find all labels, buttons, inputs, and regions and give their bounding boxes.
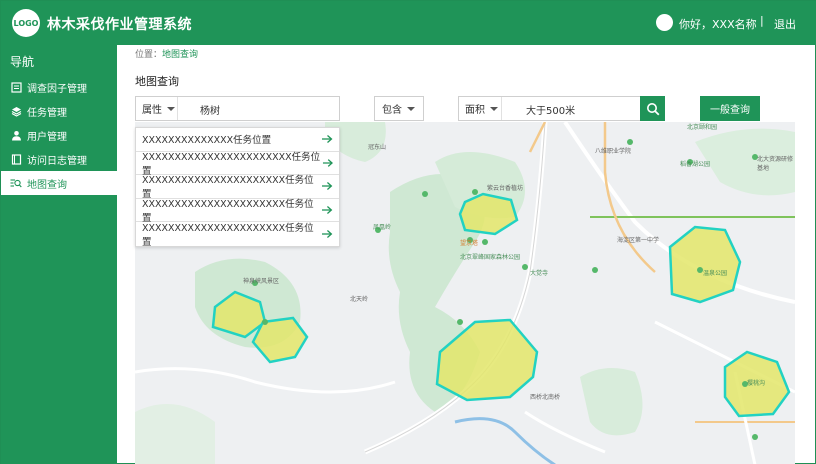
result-polygon-3[interactable] <box>458 192 519 236</box>
sidebar-item-label: 调查因子管理 <box>27 83 87 95</box>
sidebar: 导航 调查因子管理 任务管理 用户管理 访问日志管理 地图查询 <box>1 45 117 464</box>
arrow-right-icon <box>322 158 333 167</box>
user-greeting: 你好，XXX名称 <box>679 18 757 31</box>
operator-select-label: 包含 <box>382 105 402 116</box>
sidebar-item-label: 地图查询 <box>27 179 67 191</box>
log-icon <box>10 153 22 165</box>
map-label: 紫云台香植坊 <box>487 185 524 192</box>
avatar[interactable] <box>656 14 673 31</box>
arrow-right-icon <box>322 135 333 144</box>
map-label: 大觉寺 <box>530 270 549 277</box>
top-header: LOGO 林木采伐作业管理系统 你好，XXX名称 | 退出 <box>1 1 816 45</box>
map-label: 樱桃沟 <box>747 380 766 387</box>
area-select-label: 面积 <box>465 105 485 116</box>
attribute-select-label: 属性 <box>142 105 162 116</box>
chevron-down-icon <box>167 106 175 111</box>
map-label: 冠东山 <box>368 144 387 151</box>
general-query-button[interactable]: 一般查询 <box>700 96 760 121</box>
sidebar-item-tasks[interactable]: 任务管理 <box>1 99 117 123</box>
sidebar-item-label: 用户管理 <box>27 131 67 143</box>
nav-title: 导航 <box>10 55 35 69</box>
area-value-input[interactable]: 大于500米 <box>526 102 575 117</box>
arrow-right-icon <box>322 182 333 191</box>
layers-icon <box>10 105 22 117</box>
operator-select[interactable]: 包含 <box>374 96 424 121</box>
chevron-down-icon <box>407 106 415 111</box>
breadcrumb-prefix: 位置： <box>135 50 163 60</box>
result-item-label: XXXXXXXXXXXXXX任务位置 <box>142 135 272 147</box>
result-polygon-2[interactable] <box>251 316 309 364</box>
map-label: 望京塔 <box>460 240 479 247</box>
list-item[interactable]: XXXXXXXXXXXXXXXXXXXXXX任务位置 <box>136 222 339 248</box>
app-frame: LOGO 林木采伐作业管理系统 你好，XXX名称 | 退出 导航 调查因子管理 … <box>0 0 816 464</box>
map-label: 北大资源研修基地 <box>757 156 794 172</box>
sidebar-item-users[interactable]: 用户管理 <box>1 123 117 147</box>
arrow-right-icon <box>322 229 333 238</box>
chevron-down-icon <box>490 106 498 111</box>
user-icon <box>10 129 22 141</box>
sidebar-item-label: 访问日志管理 <box>27 155 87 167</box>
area-filter: 面积 大于500米 <box>458 96 665 121</box>
search-icon <box>646 102 659 115</box>
arrow-right-icon <box>322 205 333 214</box>
list-icon <box>10 81 22 93</box>
sidebar-item-access-log[interactable]: 访问日志管理 <box>1 147 117 171</box>
logo: LOGO <box>12 9 40 37</box>
result-polygon-5[interactable] <box>668 225 742 304</box>
map-label: 温泉公园 <box>703 270 728 277</box>
map-label: 凤凰岭 <box>373 224 392 231</box>
result-list: XXXXXXXXXXXXXX任务位置 XXXXXXXXXXXXXXXXXXXXX… <box>135 127 340 248</box>
breadcrumb: 位置：地图查询 <box>135 47 198 60</box>
map-label: 北京翠峰国家森林公园 <box>460 254 521 261</box>
result-item-label: XXXXXXXXXXXXXXXXXXXXXX任务位置 <box>142 222 314 248</box>
search-button[interactable] <box>640 96 665 121</box>
map-label: 西桥北南桥 <box>530 394 561 401</box>
breadcrumb-current[interactable]: 地图查询 <box>162 50 198 60</box>
attribute-select[interactable]: 属性 <box>136 97 178 120</box>
map-label: 稻香湖公园 <box>680 161 711 168</box>
map-river <box>454 417 556 464</box>
map-label: 神泉峡风景区 <box>243 278 280 285</box>
logout-link[interactable]: 退出 <box>774 16 796 32</box>
map-label: 海淀区第一中学 <box>617 237 660 244</box>
attribute-value-input[interactable]: 杨树 <box>200 102 220 117</box>
area-select[interactable]: 面积 <box>459 97 502 120</box>
map-label: 北天岭 <box>350 296 369 303</box>
page-title: 地图查询 <box>135 75 179 88</box>
header-separator: | <box>760 14 764 27</box>
sidebar-item-survey-factors[interactable]: 调查因子管理 <box>1 75 117 99</box>
map-label: 八维职业学院 <box>595 148 632 155</box>
sidebar-item-label: 任务管理 <box>27 107 67 119</box>
app-title: 林木采伐作业管理系统 <box>47 17 192 33</box>
map-label: 北京颐和园 <box>687 124 718 131</box>
map-search-icon <box>10 177 22 189</box>
sidebar-item-map-query[interactable]: 地图查询 <box>1 171 117 195</box>
list-item[interactable]: XXXXXXXXXXXXXXXXXXXXXX任务位置 <box>136 199 339 224</box>
attribute-filter: 属性 杨树 <box>135 96 340 121</box>
